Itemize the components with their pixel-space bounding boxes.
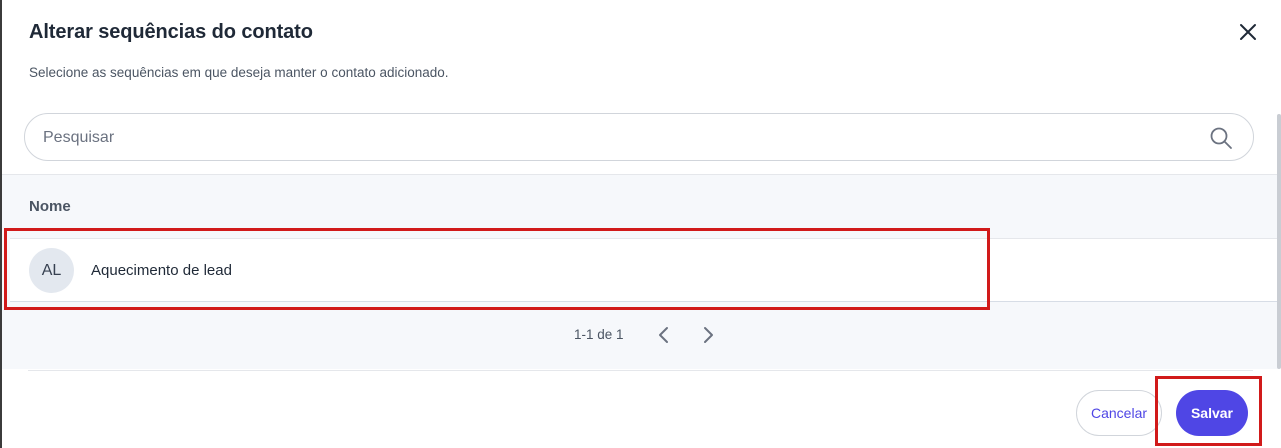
cancel-button[interactable]: Cancelar	[1076, 390, 1162, 436]
footer-divider	[28, 370, 1253, 371]
modal-title: Alterar sequências do contato	[29, 21, 313, 43]
sequences-table: Nome AL Aquecimento de lead 1-1 de 1	[2, 174, 1279, 369]
avatar: AL	[29, 248, 74, 293]
modal-subtitle: Selecione as sequências em que deseja ma…	[29, 65, 449, 80]
edit-sequences-modal: Alterar sequências do contato Selecione …	[0, 0, 1281, 448]
pagination-text: 1-1 de 1	[574, 327, 624, 342]
scrollbar[interactable]	[1277, 114, 1281, 369]
close-button[interactable]	[1236, 20, 1260, 44]
search-field[interactable]	[24, 113, 1254, 161]
column-header-name: Nome	[29, 198, 71, 215]
chevron-right-icon[interactable]	[698, 325, 718, 345]
search-input[interactable]	[43, 126, 1183, 150]
sequence-name: Aquecimento de lead	[91, 262, 232, 279]
save-button[interactable]: Salvar	[1176, 390, 1248, 436]
close-icon	[1240, 24, 1256, 40]
chevron-left-icon[interactable]	[654, 325, 674, 345]
search-icon[interactable]	[1209, 126, 1233, 150]
pagination: 1-1 de 1	[2, 325, 1279, 345]
table-row[interactable]: AL Aquecimento de lead	[10, 238, 1279, 302]
